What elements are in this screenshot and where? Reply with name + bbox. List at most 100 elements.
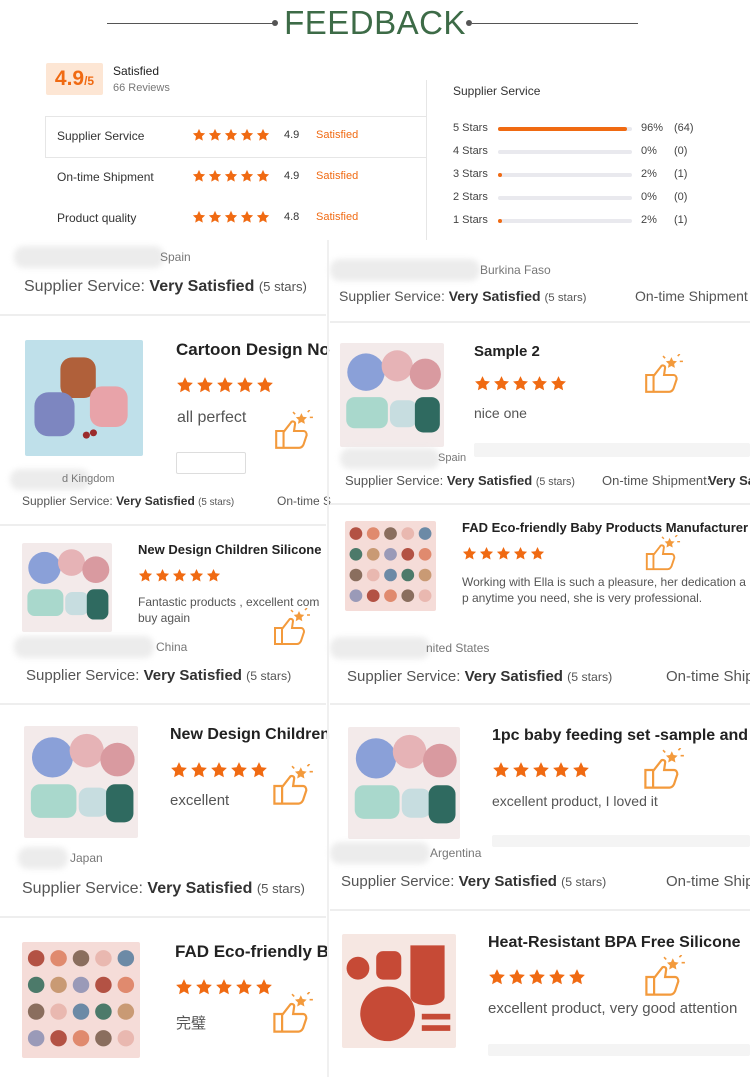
star-icon: [190, 761, 208, 779]
product-image[interactable]: [345, 521, 436, 611]
supplier-service-value: Very Satisfied: [143, 667, 242, 684]
star-icon: [206, 568, 221, 583]
product-image[interactable]: [340, 343, 444, 447]
star-icon: [236, 376, 254, 394]
star-icon: [496, 546, 511, 561]
product-title[interactable]: New Design Children: [170, 726, 330, 744]
star-icon: [195, 978, 213, 996]
star-icon: [572, 761, 590, 779]
distribution-percent: 2%: [641, 168, 657, 180]
blurred-username: [330, 842, 430, 864]
review-comment: Fantastic products , excellent com: [138, 595, 320, 609]
star-icon: [208, 128, 222, 142]
star-icon: [552, 761, 570, 779]
distribution-percent: 0%: [641, 191, 657, 203]
supplier-service-label: Supplier Service:: [22, 494, 113, 508]
star-icon: [512, 761, 530, 779]
supplier-service-stars: (5 stars): [544, 292, 587, 304]
ontime-shipment-value: Very Sa: [708, 473, 750, 488]
supplier-service-stars: (5 stars): [198, 497, 235, 508]
supplier-service-label: Supplier Service:: [341, 873, 455, 890]
product-image[interactable]: [22, 942, 140, 1058]
product-image[interactable]: [22, 543, 112, 632]
star-icon: [189, 568, 204, 583]
star-icon: [235, 978, 253, 996]
review-comment-line2: p anytime you need, she is very professi…: [462, 591, 703, 605]
review-comment: 完璧: [176, 1015, 207, 1032]
review-comment: all perfect: [177, 409, 247, 426]
supplier-service-value: Very Satisfied: [448, 288, 541, 304]
supplier-service-value: Very Satisfied: [149, 278, 255, 295]
blurred-username: [14, 246, 164, 268]
star-icon: [512, 375, 529, 392]
card-divider: [330, 703, 750, 705]
distribution-bar: [498, 150, 632, 154]
category-status: Satisfied: [316, 129, 359, 141]
product-title[interactable]: FAD Eco-friendly Baby Products Manufactu…: [462, 520, 748, 535]
product-image[interactable]: [24, 726, 138, 838]
star-icon: [240, 169, 254, 183]
overall-score: 4.9: [54, 67, 85, 90]
category-score: 4.8: [284, 211, 300, 223]
star-icon: [240, 210, 254, 224]
supplier-service-line: Supplier Service: Very Satisfied (5 star…: [26, 667, 291, 684]
star-icon: [256, 376, 274, 394]
thumbs-up-icon: [270, 991, 314, 1036]
supplier-service-label: Supplier Service:: [22, 880, 143, 897]
product-image[interactable]: [25, 340, 143, 456]
star-icon: [170, 761, 188, 779]
review-comment: Working with Ella is such a pleasure, he…: [462, 575, 746, 589]
star-icon: [256, 169, 270, 183]
star-icon: [462, 546, 477, 561]
star-icon: [479, 546, 494, 561]
product-title[interactable]: Cartoon Design No: [176, 340, 330, 360]
supplier-service-stars: (5 stars): [561, 875, 607, 889]
review-count: 66 Reviews: [113, 82, 170, 94]
distribution-bar-fill: [498, 173, 502, 177]
supplier-service-line: Supplier Service: Very Satisfied (5 star…: [24, 278, 307, 296]
category-label: Product quality: [57, 211, 137, 225]
distribution-bar-fill: [498, 127, 627, 131]
star-icon: [224, 169, 238, 183]
star-icon: [492, 761, 510, 779]
reviewer-country: Japan: [70, 851, 103, 865]
overall-score-badge: 4.9/5: [46, 63, 103, 95]
category-score: 4.9: [284, 129, 300, 141]
supplier-service-stars: (5 stars): [258, 279, 307, 294]
star-icon: [474, 375, 491, 392]
star-icon: [531, 375, 548, 392]
star-icon: [208, 210, 222, 224]
supplier-service-value: Very Satisfied: [458, 873, 557, 890]
product-title[interactable]: 1pc baby feeding set -sample and: [492, 727, 748, 745]
star-icon: [256, 210, 270, 224]
card-divider: [0, 703, 326, 705]
page-title: FEEDBACK: [284, 4, 466, 41]
supplier-service-line: Supplier Service: Very Satisfied (5 star…: [341, 873, 606, 890]
product-title[interactable]: New Design Children Silicone: [138, 542, 321, 557]
star-icon: [175, 978, 193, 996]
thumbs-up-icon: [642, 353, 684, 396]
distribution-count: (0): [674, 145, 688, 157]
distribution-count: (1): [674, 168, 688, 180]
review-comment: excellent: [170, 792, 230, 809]
star-icon: [208, 169, 222, 183]
product-title[interactable]: Sample 2: [474, 343, 540, 360]
distribution-title: Supplier Service: [453, 84, 541, 98]
star-icon: [550, 375, 567, 392]
reviewer-country: Burkina Faso: [480, 263, 551, 277]
distribution-count: (64): [674, 122, 694, 134]
product-image[interactable]: [342, 934, 456, 1048]
distribution-count: (1): [674, 214, 688, 226]
distribution-label: 4 Stars: [453, 145, 488, 157]
star-icon: [230, 761, 248, 779]
supplier-service-value: Very Satisfied: [147, 880, 253, 897]
star-icon: [568, 968, 586, 986]
column-divider: [327, 240, 329, 1077]
product-image[interactable]: [348, 727, 460, 839]
product-title[interactable]: FAD Eco-friendly B: [175, 942, 329, 962]
star-icon: [176, 376, 194, 394]
ontime-shipment-label: On-time S: [277, 494, 332, 508]
product-title[interactable]: Heat-Resistant BPA Free Silicone: [488, 934, 741, 952]
star-icon: [216, 376, 234, 394]
summary-divider: [426, 80, 427, 240]
